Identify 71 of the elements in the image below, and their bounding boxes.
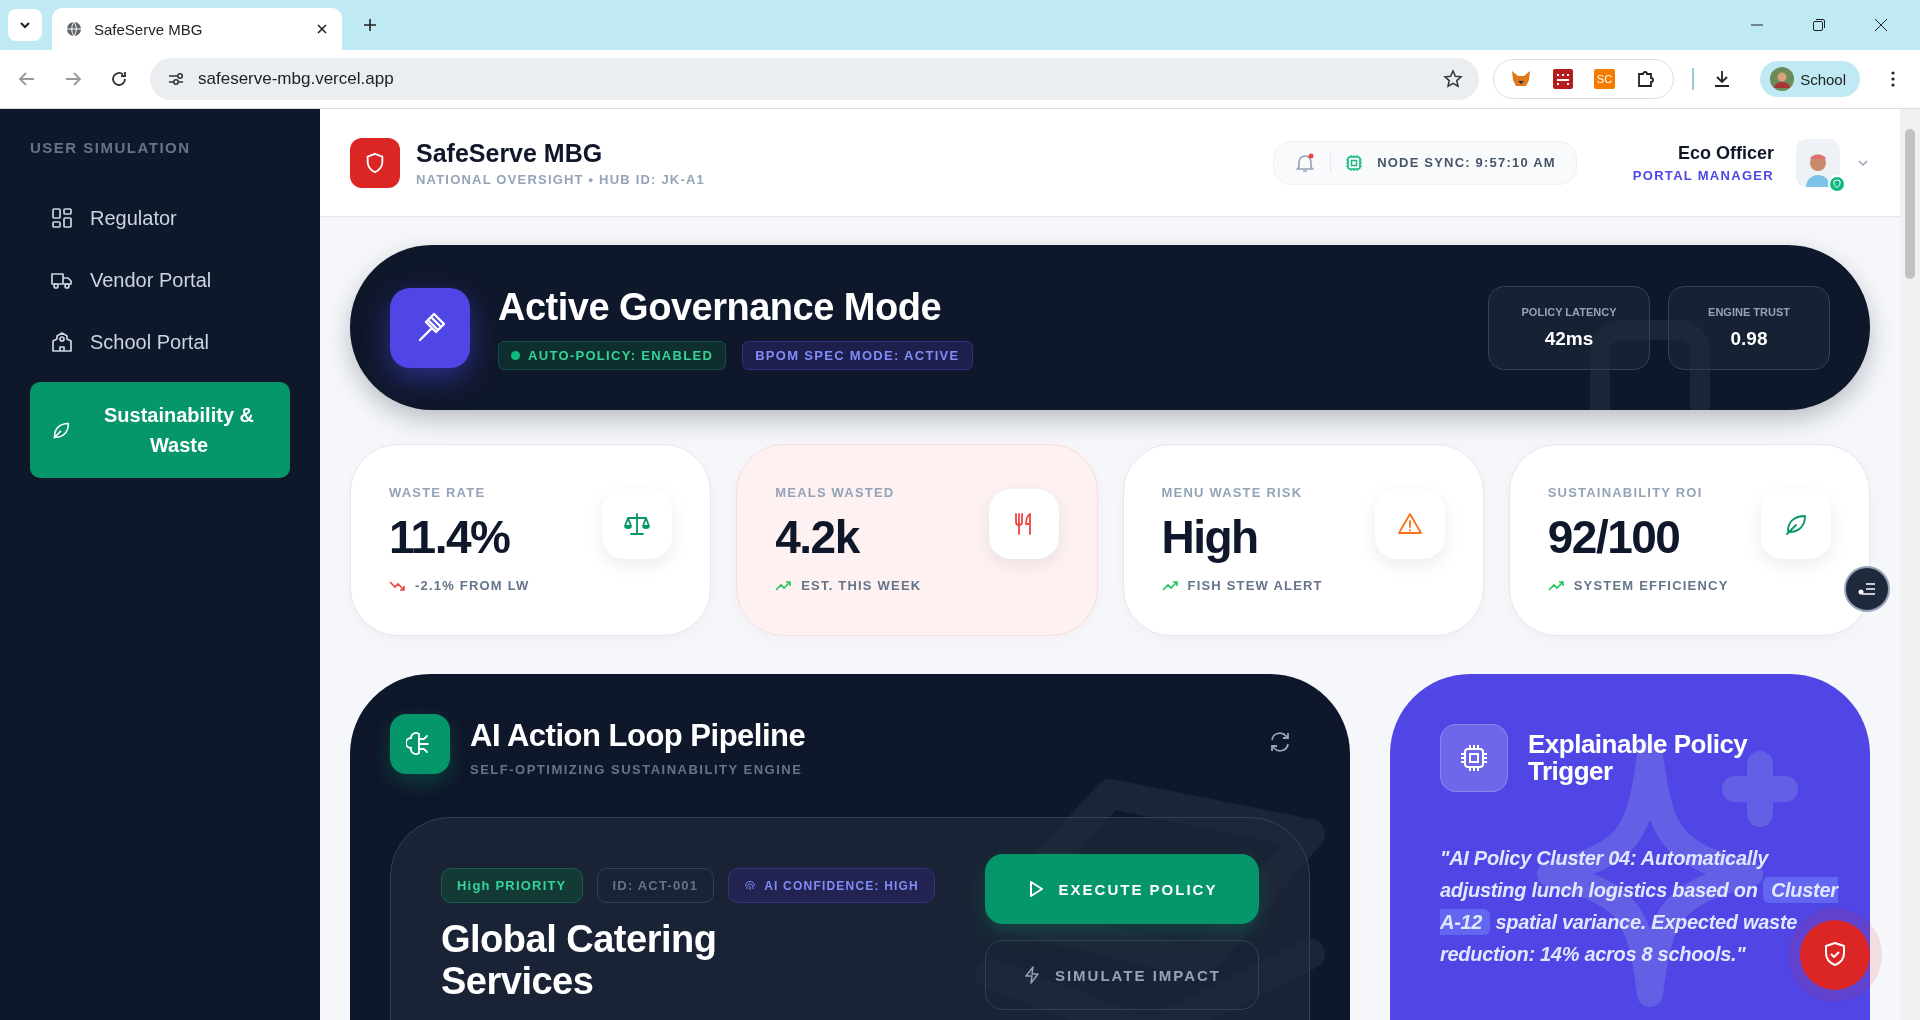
- profile-button[interactable]: School: [1760, 61, 1860, 97]
- avatar-icon: [1770, 67, 1795, 91]
- chip-icon: [1345, 153, 1364, 172]
- browser-tab[interactable]: SafeServe MBG: [52, 8, 342, 50]
- user-role: PORTAL MANAGER: [1632, 167, 1774, 183]
- reload-icon[interactable]: [110, 70, 128, 88]
- globe-icon: [66, 21, 82, 37]
- address-bar[interactable]: safeserve-mbg.vercel.app: [150, 58, 1479, 100]
- banner-title: Active Governance Mode: [498, 285, 943, 329]
- metric-label: SUSTAINABILITY ROI: [1547, 485, 1704, 500]
- app-subtitle: NATIONAL OVERSIGHT • HUB ID: JK-A1: [416, 171, 705, 187]
- stat-value: 0.98: [1730, 327, 1768, 350]
- back-icon[interactable]: [18, 70, 36, 88]
- sidebar-heading: USER SIMULATION: [30, 139, 192, 156]
- app-title: SafeServe MBG: [416, 138, 604, 168]
- forward-icon[interactable]: [64, 70, 82, 88]
- stat-label: ENGINE TRUST: [1708, 305, 1790, 318]
- brain-icon: [390, 714, 450, 774]
- simulate-button[interactable]: SIMULATE IMPACT: [985, 940, 1259, 1010]
- tab-list-button[interactable]: [8, 9, 42, 41]
- metric-label: WASTE RATE: [389, 485, 487, 500]
- restore-icon[interactable]: [1812, 18, 1826, 32]
- metric-label: MEALS WASTED: [775, 485, 896, 500]
- sidebar-item[interactable]: Vendor Portal: [30, 252, 290, 308]
- school-icon: [50, 330, 74, 354]
- panel-title: AI Action Loop Pipeline: [470, 718, 806, 754]
- tag: High PRIORITY: [441, 868, 583, 903]
- metric-note: EST. THIS WEEK: [801, 578, 922, 593]
- new-tab-icon[interactable]: [362, 17, 378, 33]
- leaf-icon: [1761, 489, 1831, 559]
- shield-logo-icon: [350, 137, 400, 188]
- bell-icon[interactable]: [1294, 151, 1317, 174]
- processor-icon: [1440, 724, 1508, 792]
- refresh-icon[interactable]: [1268, 730, 1292, 754]
- close-icon[interactable]: [1874, 18, 1888, 32]
- metric-value: 4.2k: [775, 510, 861, 564]
- sidebar-item[interactable]: School Portal: [30, 314, 290, 370]
- metric-value: 92/100: [1547, 510, 1681, 564]
- metric-label: MENU WASTE RISK: [1161, 485, 1304, 500]
- metric-value: High: [1161, 510, 1259, 564]
- fingerprint-icon: [744, 879, 757, 892]
- scrollbar[interactable]: [1900, 109, 1920, 1020]
- user-name: Eco Officer: [1676, 142, 1774, 164]
- tag: AI CONFIDENCE: HIGH: [728, 868, 935, 903]
- execute-button[interactable]: EXECUTE POLICY: [985, 854, 1259, 924]
- status-badge: AUTO-POLICY: ENABLED: [498, 340, 727, 370]
- close-icon[interactable]: [316, 23, 328, 35]
- sidebar-item[interactable]: Sustainability & Waste: [30, 382, 290, 478]
- metric-value: 11.4%: [389, 510, 511, 564]
- warning-icon: [1374, 489, 1445, 559]
- panel-subtitle: SELF-OPTIMIZING SUSTAINABILITY ENGINE: [470, 762, 804, 777]
- metric-note: FISH STEW ALERT: [1187, 578, 1323, 593]
- vendor-name: Global Catering Services: [441, 919, 718, 1003]
- tag: ID: ACT-001: [596, 868, 715, 903]
- stat-value: 42ms: [1544, 327, 1594, 350]
- lightning-icon: [1022, 966, 1041, 984]
- panel-title: Explainable Policy Trigger: [1528, 730, 1748, 786]
- status-badge: BPOM SPEC MODE: ACTIVE: [742, 340, 973, 370]
- tab-title: SafeServe MBG: [94, 20, 204, 38]
- utensils-icon: [988, 489, 1059, 559]
- url-text: safeserve-mbg.vercel.app: [198, 69, 394, 89]
- sync-time: NODE SYNC: 9:57:10 AM: [1377, 155, 1556, 170]
- scale-icon: [602, 489, 673, 559]
- sidebar-item[interactable]: Regulator: [30, 190, 290, 246]
- metric-note: SYSTEM EFFICIENCY: [1573, 578, 1729, 593]
- bookmark-star-icon[interactable]: [1442, 69, 1463, 89]
- gavel-icon: [390, 287, 470, 368]
- grid-icon: [50, 206, 74, 230]
- grid-extension-icon[interactable]: [1551, 68, 1574, 90]
- stat-label: POLICY LATENCY: [1521, 305, 1617, 318]
- metric-note: -2.1% FROM LW: [415, 578, 530, 593]
